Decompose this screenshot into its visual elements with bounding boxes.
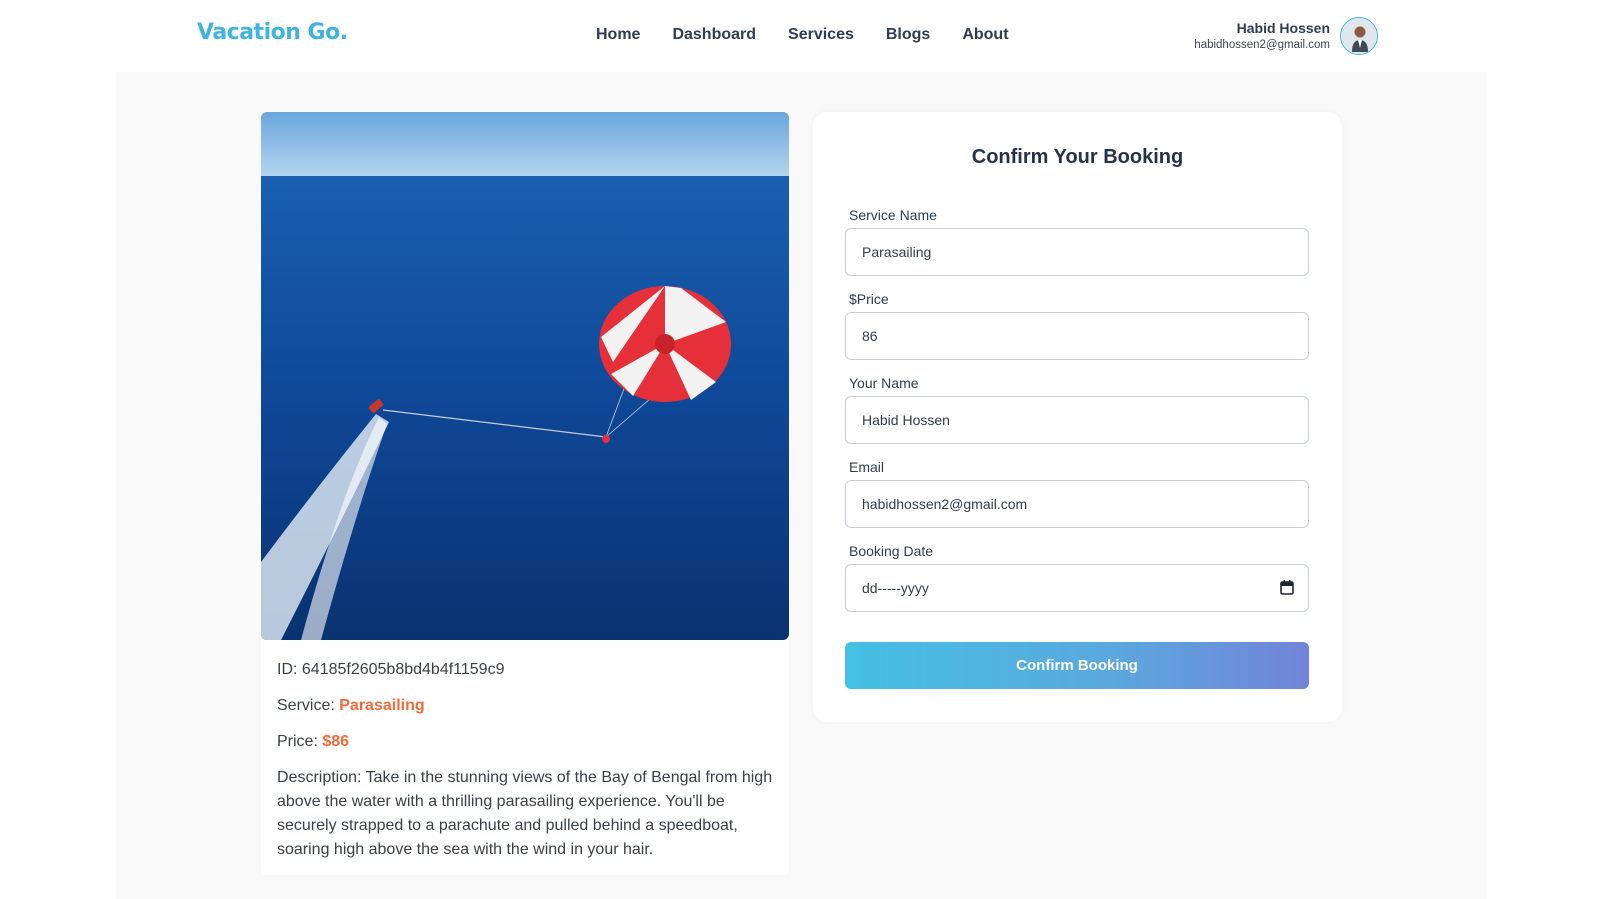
- top-header: Vacation Go. Home Dashboard Services Blo…: [0, 0, 1598, 70]
- service-id-line: ID: 64185f2605b8bd4b4f1159c9: [277, 658, 777, 682]
- user-info: Habid Hossen habidhossen2@gmail.com: [1194, 19, 1330, 53]
- nav-services[interactable]: Services: [788, 26, 854, 44]
- service-name-label: Service Name: [849, 207, 937, 223]
- booking-date-placeholder: dd-----yyyy: [862, 580, 929, 596]
- service-name: Parasailing: [339, 697, 425, 714]
- avatar-image: [1341, 18, 1377, 54]
- service-name-field[interactable]: Parasailing: [845, 228, 1309, 276]
- user-profile[interactable]: Habid Hossen habidhossen2@gmail.com: [1194, 17, 1378, 55]
- user-email: habidhossen2@gmail.com: [1194, 39, 1330, 51]
- logo[interactable]: Vacation Go.: [197, 20, 348, 45]
- avatar[interactable]: [1340, 17, 1378, 55]
- form-title: Confirm Your Booking: [971, 146, 1184, 168]
- calendar-icon[interactable]: [1280, 580, 1294, 595]
- nav-blogs[interactable]: Blogs: [886, 26, 930, 44]
- user-name: Habid Hossen: [1236, 20, 1330, 36]
- email-field[interactable]: habidhossen2@gmail.com: [845, 480, 1309, 528]
- confirm-booking-button[interactable]: Confirm Booking: [845, 642, 1309, 689]
- nav-about[interactable]: About: [962, 26, 1008, 44]
- service-image: [261, 112, 789, 640]
- your-name-field[interactable]: Habid Hossen: [845, 396, 1309, 444]
- service-description: Description: Take in the stunning views …: [277, 769, 773, 858]
- your-name-label: Your Name: [849, 375, 919, 391]
- service-info: ID: 64185f2605b8bd4b4f1159c9 Service: Pa…: [277, 658, 777, 874]
- id-label: ID:: [277, 661, 302, 678]
- service-price: $86: [322, 733, 350, 750]
- service-price-line: Price: $86: [277, 730, 777, 754]
- email-label: Email: [849, 459, 885, 475]
- price-field[interactable]: 86: [845, 312, 1309, 360]
- price-label: Price:: [277, 733, 323, 750]
- service-name-line: Service: Parasailing: [277, 694, 777, 718]
- service-label: Service:: [277, 697, 340, 714]
- booking-date-field[interactable]: dd-----yyyy: [845, 564, 1309, 612]
- booking-date-label: Booking Date: [849, 543, 934, 559]
- service-id: 64185f2605b8bd4b4f1159c9: [301, 661, 505, 678]
- booking-form-card: Confirm Your Booking Service Name Parasa…: [813, 112, 1342, 722]
- service-card: ID: 64185f2605b8bd4b4f1159c9 Service: Pa…: [261, 112, 789, 875]
- price-label: $Price: [849, 291, 889, 307]
- nav-dashboard[interactable]: Dashboard: [672, 26, 756, 44]
- nav-home[interactable]: Home: [596, 26, 640, 44]
- main-nav: Home Dashboard Services Blogs About: [596, 26, 1041, 44]
